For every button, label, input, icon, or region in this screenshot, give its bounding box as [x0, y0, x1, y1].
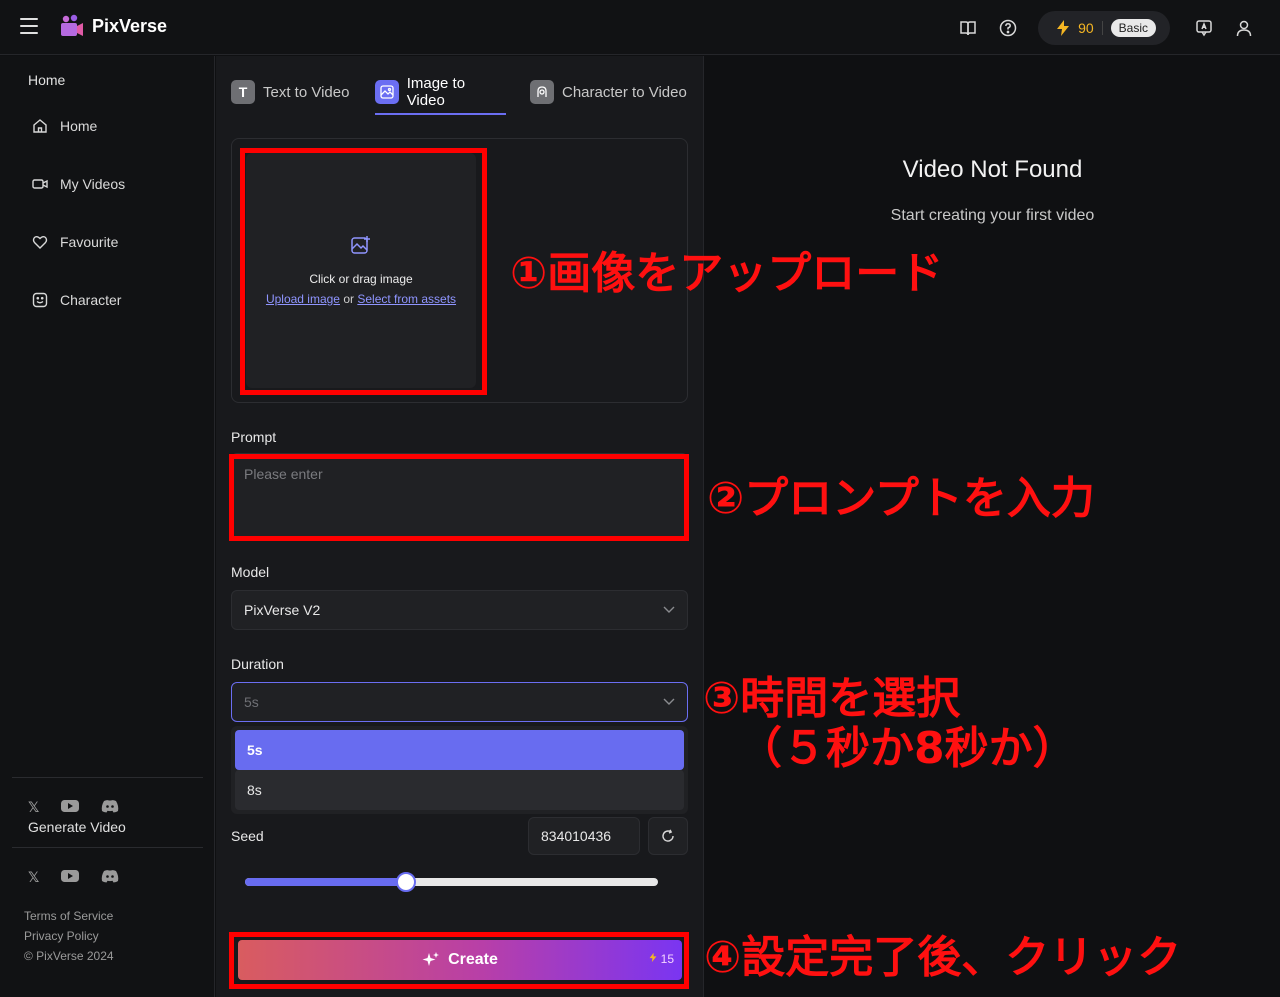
- empty-state-subtitle: Start creating your first video: [890, 207, 1095, 224]
- sidebar: Home Home My Videos Favourite Character …: [0, 56, 215, 997]
- help-icon[interactable]: [988, 8, 1028, 48]
- mode-tabs: T Text to Video Image to Video Character…: [231, 70, 687, 115]
- chevron-down-icon: [663, 698, 675, 705]
- lightning-icon: [1057, 19, 1070, 36]
- tab-text-to-video[interactable]: T Text to Video: [231, 70, 375, 114]
- annotation-step3: ③時間を選択: [703, 673, 961, 724]
- heart-icon: [32, 236, 48, 249]
- duration-option-5s[interactable]: 5s: [235, 730, 684, 770]
- refresh-seed-button[interactable]: [648, 817, 688, 855]
- annotation-step1: ①画像をアップロード: [510, 248, 944, 299]
- seed-slider[interactable]: [245, 872, 658, 892]
- home-icon: [33, 119, 47, 133]
- duration-dropdown: 5s 8s: [231, 726, 688, 814]
- sidebar-item-home[interactable]: Home: [32, 118, 97, 134]
- seed-input[interactable]: 834010436: [528, 817, 640, 855]
- youtube-icon[interactable]: [61, 799, 80, 813]
- logo-icon: [60, 14, 84, 38]
- discord-icon[interactable]: [101, 869, 119, 883]
- feedback-icon[interactable]: [1184, 8, 1224, 48]
- annotation-box-upload: [240, 148, 487, 395]
- youtube-icon[interactable]: [61, 869, 80, 883]
- model-select[interactable]: PixVerse V2: [231, 590, 688, 630]
- sidebar-item-label: Favourite: [60, 234, 119, 250]
- sidebar-item-favourite[interactable]: Favourite: [32, 234, 118, 250]
- annotation-box-create: [229, 932, 689, 989]
- tab-character-to-video[interactable]: Character to Video: [530, 70, 687, 114]
- x-icon[interactable]: 𝕏: [28, 799, 39, 816]
- logo-text: PixVerse: [92, 15, 168, 36]
- divider: [12, 777, 203, 778]
- terms-link[interactable]: Terms of Service: [24, 909, 113, 923]
- annotation-step3-note: （５秒か8秒か）: [738, 723, 1077, 774]
- tab-image-to-video[interactable]: Image to Video: [375, 70, 506, 115]
- annotation-step4: ④設定完了後、クリック: [704, 932, 1182, 983]
- model-label: Model: [231, 564, 270, 580]
- divider: [12, 847, 203, 848]
- empty-state-title: Video Not Found: [902, 156, 1083, 183]
- annotation-box-prompt: [229, 454, 689, 541]
- tab-label: Image to Video: [406, 75, 466, 109]
- menu-icon[interactable]: [20, 18, 38, 36]
- text-icon: T: [231, 80, 255, 104]
- plan-badge: Basic: [1110, 18, 1156, 37]
- model-value: PixVerse V2: [244, 602, 321, 618]
- character-icon: [530, 80, 554, 104]
- book-icon[interactable]: [948, 8, 988, 48]
- sidebar-item-label: Home: [60, 118, 98, 134]
- sidebar-item-my-videos[interactable]: My Videos: [32, 176, 125, 192]
- duration-label: Duration: [231, 656, 284, 672]
- generate-video-link[interactable]: Generate Video: [28, 819, 126, 835]
- top-bar: PixVerse 90 Basic: [0, 0, 1280, 55]
- sidebar-item-label: My Videos: [60, 176, 126, 192]
- duration-select[interactable]: 5s: [231, 682, 688, 722]
- annotation-step2: ②プロンプトを入力: [707, 473, 1095, 524]
- tab-label: Text to Video: [263, 83, 350, 101]
- sidebar-item-character[interactable]: Character: [32, 292, 121, 308]
- seed-label: Seed: [231, 828, 264, 844]
- slider-fill: [245, 878, 407, 886]
- sidebar-item-label: Character: [60, 292, 122, 308]
- credits-pill[interactable]: 90 Basic: [1038, 10, 1170, 45]
- social-links: 𝕏: [28, 799, 119, 816]
- logo[interactable]: PixVerse: [60, 14, 167, 38]
- tab-label: Character to Video: [562, 83, 687, 101]
- slider-thumb[interactable]: [396, 872, 417, 892]
- social-links: 𝕏: [28, 869, 119, 886]
- smile-icon: [32, 292, 48, 308]
- credits-count: 90: [1078, 19, 1094, 36]
- video-icon: [32, 179, 48, 189]
- copyright-text: © PixVerse 2024: [24, 949, 114, 963]
- chevron-down-icon: [663, 606, 675, 613]
- discord-icon[interactable]: [101, 799, 119, 813]
- duration-option-8s[interactable]: 8s: [235, 770, 684, 810]
- image-icon: [375, 80, 399, 104]
- privacy-link[interactable]: Privacy Policy: [24, 929, 99, 943]
- preview-panel: Video Not Found Start creating your firs…: [705, 56, 1280, 997]
- divider: [1101, 20, 1103, 35]
- prompt-label: Prompt: [231, 429, 277, 445]
- refresh-icon: [662, 829, 674, 842]
- sidebar-heading: Home: [28, 72, 66, 88]
- x-icon[interactable]: 𝕏: [28, 869, 39, 886]
- user-icon[interactable]: [1224, 8, 1264, 48]
- duration-value: 5s: [244, 694, 259, 710]
